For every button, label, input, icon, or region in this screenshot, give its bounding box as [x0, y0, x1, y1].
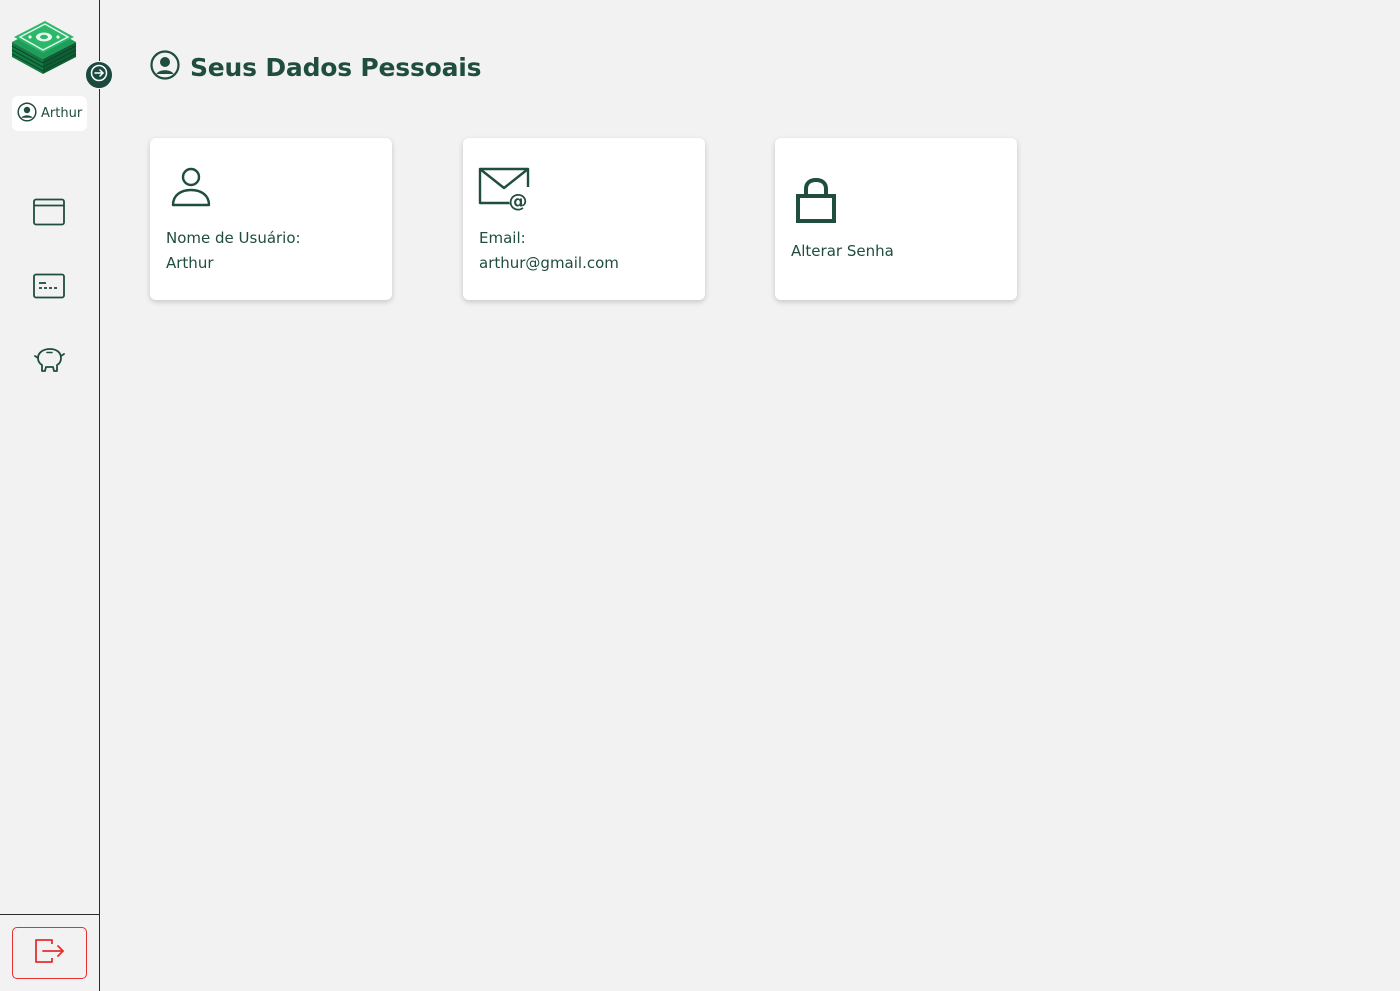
username-card[interactable]: Nome de Usuário: Arthur [150, 138, 392, 300]
window-icon [33, 198, 65, 230]
email-card[interactable]: @ Email: arthur@gmail.com [463, 138, 705, 300]
arrow-right-icon [90, 64, 108, 86]
logout-icon [34, 938, 66, 968]
sidebar-item-cards[interactable] [32, 273, 66, 303]
sidebar-expand-button[interactable] [85, 61, 113, 89]
email-value: arthur@gmail.com [479, 254, 619, 272]
username-label: Nome de Usuário: [166, 229, 301, 247]
page-title: Seus Dados Pessoais [190, 52, 482, 82]
email-card-text: Email: arthur@gmail.com [479, 226, 619, 276]
logout-button[interactable] [12, 927, 87, 979]
piggy-bank-icon [33, 345, 65, 379]
user-circle-icon [17, 101, 37, 126]
lock-icon [796, 177, 836, 228]
sidebar-divider [0, 914, 99, 915]
sidebar: Arthur [0, 0, 100, 991]
user-profile-chip[interactable]: Arthur [12, 96, 87, 131]
change-password-label: Alterar Senha [791, 242, 894, 260]
user-icon [171, 167, 211, 211]
email-label: Email: [479, 229, 526, 247]
username-card-text: Nome de Usuário: Arthur [166, 226, 301, 276]
user-chip-name: Arthur [41, 106, 83, 121]
money-stack-logo-icon[interactable] [11, 12, 77, 76]
svg-text:@: @ [509, 190, 528, 211]
mail-at-icon: @ [478, 167, 530, 215]
sidebar-item-dashboard[interactable] [32, 198, 66, 230]
username-value: Arthur [166, 254, 214, 272]
card-icon [33, 273, 65, 303]
user-circle-icon [150, 50, 180, 84]
sidebar-item-savings[interactable] [32, 347, 66, 377]
change-password-card[interactable]: Alterar Senha [775, 138, 1017, 300]
page-header: Seus Dados Pessoais [150, 50, 482, 84]
